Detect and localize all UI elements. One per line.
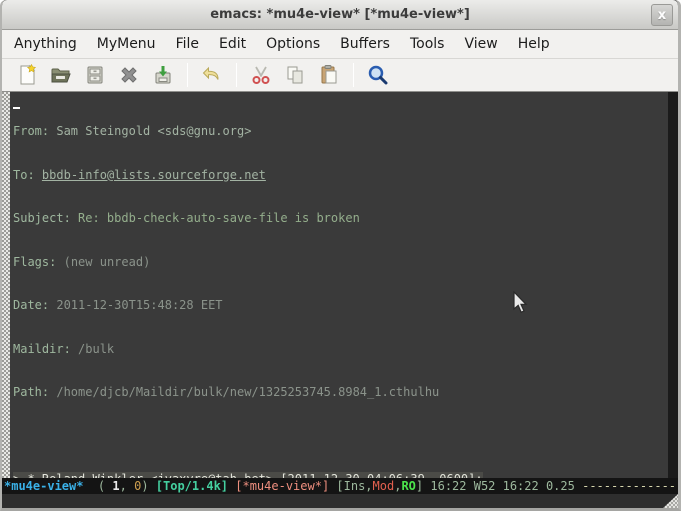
menu-item-view[interactable]: View	[454, 32, 507, 56]
flags-value: (new unread)	[64, 255, 151, 269]
modeline-position: [Top/1.4k]	[156, 479, 228, 493]
header-label: Maildir:	[13, 342, 71, 356]
menu-item-edit[interactable]: Edit	[209, 32, 256, 56]
toolbar-separator	[236, 63, 237, 87]
cut-scissors-icon	[249, 63, 273, 87]
menu-item-options[interactable]: Options	[256, 32, 330, 56]
copy-button[interactable]	[280, 61, 310, 89]
from-contact[interactable]: Sam Steingold <sds@gnu.org>	[56, 124, 251, 138]
header-maildir: Maildir: /bulk	[13, 342, 668, 357]
copy-icon	[283, 63, 307, 87]
to-contact-link[interactable]: bbdb-info@lists.sourceforge.net	[42, 168, 266, 182]
header-label: Subject:	[13, 211, 71, 225]
menu-item-help[interactable]: Help	[508, 32, 560, 56]
menu-item-mymenu[interactable]: MyMenu	[87, 32, 166, 56]
menu-item-anything[interactable]: Anything	[4, 32, 87, 56]
close-icon: x	[658, 8, 666, 23]
modeline-buffer-name: *mu4e-view*	[4, 479, 83, 493]
toolbar-separator	[353, 63, 354, 87]
mouse-pointer-icon	[512, 291, 530, 315]
header-path: Path: /home/djcb/Maildir/bulk/new/132525…	[13, 385, 668, 400]
close-button[interactable]: x	[651, 4, 673, 26]
subject-value: Re: bbdb-check-auto-save-file is broken	[78, 211, 360, 225]
toolbar	[2, 59, 678, 92]
mail-view-buffer[interactable]: From: Sam Steingold <sds@gnu.org> To: bb…	[10, 92, 668, 478]
menu-item-file[interactable]: File	[166, 32, 209, 56]
echo-area[interactable]	[2, 494, 678, 508]
emacs-window: emacs: *mu4e-view* [*mu4e-view*] x Anyth…	[0, 0, 681, 511]
header-label: To:	[13, 168, 35, 182]
toolbar-separator	[187, 63, 188, 87]
delete-x-icon	[117, 63, 141, 87]
menubar: Anything MyMenu File Edit Options Buffer…	[2, 30, 678, 59]
header-date: Date: 2011-12-30T15:48:28 EET	[13, 298, 668, 313]
search-button[interactable]	[363, 61, 393, 89]
cut-button[interactable]	[246, 61, 276, 89]
text-area: From: Sam Steingold <sds@gnu.org> To: bb…	[2, 92, 678, 478]
date-value: 2011-12-30T15:48:28 EET	[56, 298, 222, 312]
search-icon	[366, 63, 390, 87]
resize-grip[interactable]	[663, 494, 678, 508]
maildir-value: /bulk	[78, 342, 114, 356]
undo-icon	[200, 63, 224, 87]
paste-clipboard-icon	[317, 63, 341, 87]
header-subject: Subject: Re: bbdb-check-auto-save-file i…	[13, 211, 668, 226]
undo-button[interactable]	[197, 61, 227, 89]
save-buffer-button[interactable]	[148, 61, 178, 89]
quoted-line: > * Roland Winkler <jvaxyre@tah.bet> [20…	[13, 472, 668, 478]
titlebar[interactable]: emacs: *mu4e-view* [*mu4e-view*] x	[2, 0, 678, 30]
paste-button[interactable]	[314, 61, 344, 89]
open-file-button[interactable]	[46, 61, 76, 89]
modeline-readonly-flag: RO	[401, 479, 415, 493]
header-flags: Flags: (new unread)	[13, 255, 668, 270]
header-label: Date:	[13, 298, 49, 312]
blank-line	[13, 429, 668, 444]
menu-item-buffers[interactable]: Buffers	[330, 32, 400, 56]
modeline-line-number: 1	[112, 479, 119, 493]
window-title: emacs: *mu4e-view* [*mu4e-view*]	[210, 7, 470, 22]
header-label: Path:	[13, 385, 49, 399]
save-icon	[151, 63, 175, 87]
new-file-icon	[15, 63, 39, 87]
file-cabinet-icon	[83, 63, 107, 87]
dired-button[interactable]	[80, 61, 110, 89]
modeline-time-info: 16:22 W52 16:22 0.25	[423, 479, 582, 493]
modeline-modified-flag: Mod	[373, 479, 395, 493]
path-value: /home/djcb/Maildir/bulk/new/1325253745.8…	[56, 385, 439, 399]
modeline[interactable]: *mu4e-view* ( 1, 0) [Top/1.4k] [*mu4e-vi…	[2, 478, 678, 494]
text-cursor	[13, 107, 20, 109]
open-folder-icon	[49, 63, 73, 87]
menu-item-tools[interactable]: Tools	[400, 32, 455, 56]
header-from: From: Sam Steingold <sds@gnu.org>	[13, 124, 668, 139]
new-file-button[interactable]	[12, 61, 42, 89]
scrollbar[interactable]	[2, 92, 10, 478]
modeline-filler: --------------------	[582, 479, 678, 493]
header-to: To: bbdb-info@lists.sourceforge.net	[13, 168, 668, 183]
modeline-buffer-tag: [*mu4e-view*]	[235, 479, 329, 493]
header-label: From:	[13, 124, 49, 138]
header-label: Flags:	[13, 255, 56, 269]
close-buffer-button[interactable]	[114, 61, 144, 89]
right-fringe	[668, 92, 678, 478]
